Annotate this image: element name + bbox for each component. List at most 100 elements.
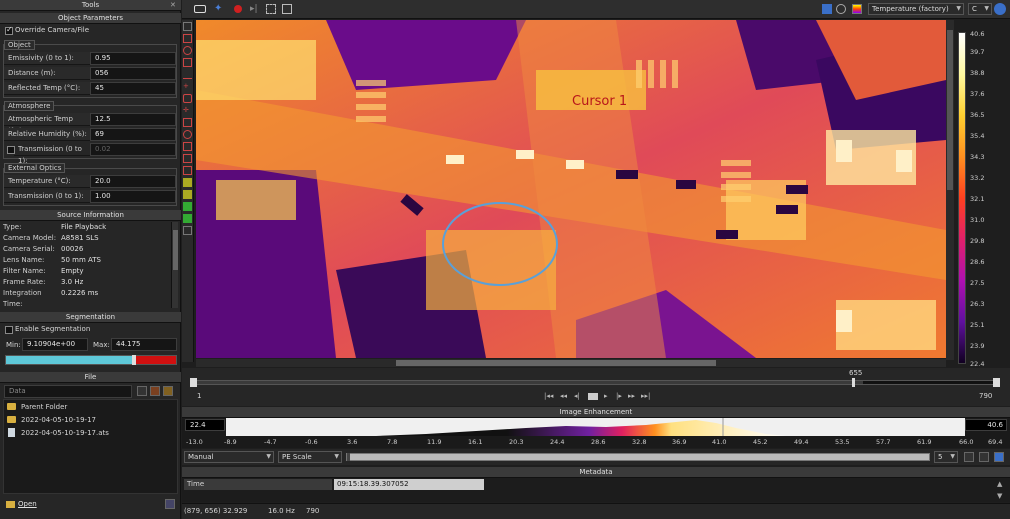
roi-line-icon[interactable] (183, 70, 192, 79)
lock-scale-icon[interactable] (979, 452, 989, 462)
grid-icon[interactable] (266, 4, 276, 14)
timeline-end-handle[interactable] (993, 378, 1000, 387)
seg-min-field[interactable]: 9.10904e+00 (22, 338, 88, 351)
thermal-image[interactable]: Cursor 1 (196, 20, 946, 358)
transmission-label: Transmission (0 to 1): (14, 143, 90, 165)
roi-ellipse-icon[interactable] (183, 46, 192, 55)
object-params-title: Object Parameters (0, 13, 181, 24)
hist-tick: -4.7 (264, 438, 277, 446)
first-frame-icon[interactable]: |◂◂ (544, 392, 553, 400)
scale-mode-select[interactable]: PE Scale ▼ (278, 451, 342, 463)
last-frame-icon[interactable]: ▸▸| (641, 392, 650, 400)
prev-frame-icon[interactable]: ◂| (574, 392, 580, 400)
camera-icon[interactable] (194, 5, 206, 13)
timeline-playhead[interactable] (852, 378, 855, 387)
pan-icon[interactable] (183, 142, 192, 151)
metadata-scroll-up-icon[interactable]: ▲ (997, 480, 1002, 488)
metadata-scroll-down-icon[interactable]: ▼ (997, 492, 1002, 500)
timeline-track[interactable] (192, 380, 998, 385)
hist-tick: 45.2 (753, 438, 768, 446)
playback-controls: |◂◂ ◂◂ ◂| ▸ |▸ ▸▸ ▸▸| (544, 392, 654, 402)
step-select[interactable]: 5 ▼ (934, 451, 958, 463)
open-dialog-icon[interactable] (165, 499, 175, 509)
enhancement-slider[interactable] (346, 453, 930, 461)
isotherm-icon[interactable] (183, 190, 192, 199)
list-item[interactable]: Parent Folder (7, 402, 167, 413)
crosshair-blue-icon[interactable]: ✦ (214, 3, 222, 15)
pointer-tool-icon[interactable] (183, 22, 192, 31)
file-list: Parent Folder 2022-04-05-10-19-17 2022-0… (3, 399, 178, 494)
metadata-key: Time (184, 479, 332, 490)
ext-trans-field[interactable]: 1.00 (90, 190, 176, 203)
folder-up-icon[interactable] (163, 386, 173, 396)
toolbar-zoom-icon[interactable] (836, 4, 846, 14)
enh-max-field[interactable]: 40.6 (965, 419, 1007, 431)
list-item[interactable]: 2022-04-05-10-19-17.ats (7, 428, 167, 439)
hist-tick: 57.7 (876, 438, 891, 446)
next-step-icon[interactable]: ▸▸ (628, 392, 635, 400)
file-path-input[interactable]: Data (4, 385, 132, 398)
tools-close-icon[interactable]: ✕ (170, 1, 176, 9)
enhancement-mode-select[interactable]: Manual ▼ (184, 451, 274, 463)
status-bar: (879, 656) 32.929 16.0 Hz 790 (182, 503, 1010, 519)
stop-icon[interactable] (588, 393, 598, 400)
palette-icon[interactable] (852, 4, 862, 14)
histogram-icon[interactable] (183, 178, 192, 187)
zoom-icon[interactable] (183, 130, 192, 139)
override-checkbox[interactable] (5, 25, 13, 35)
enhancement-controls: Manual ▼ PE Scale ▼ 5 ▼ (182, 449, 1010, 465)
open-icon[interactable] (6, 501, 15, 508)
step-icon[interactable]: ▸| (250, 4, 258, 14)
source-scrollbar[interactable] (171, 222, 178, 308)
roi-point-icon[interactable]: + (183, 82, 192, 91)
browse-icon[interactable] (137, 386, 147, 396)
timeline-start-label: 1 (197, 392, 202, 400)
info-icon[interactable] (994, 3, 1006, 15)
seg-max-field[interactable]: 44.175 (111, 338, 177, 351)
scale-tick: 37.6 (970, 90, 985, 98)
text-tool-icon[interactable] (183, 154, 192, 163)
tool-strip: + ✛ (182, 20, 194, 362)
next-frame-icon[interactable]: |▸ (616, 392, 622, 400)
enable-segmentation-checkbox[interactable] (5, 326, 13, 334)
distance-field[interactable]: 056 (90, 67, 176, 80)
toolbar-sync-icon[interactable] (822, 4, 832, 14)
apply-scale-icon[interactable] (994, 452, 1004, 462)
roi-polygon-icon[interactable] (183, 58, 192, 67)
top-toolbar: ✦ ▸| Temperature (factory) ▼ C ▼ (182, 0, 1010, 19)
palette-select[interactable]: Temperature (factory) ▼ (868, 3, 964, 15)
auto-scale-icon[interactable] (964, 452, 974, 462)
humidity-field[interactable]: 69 (90, 128, 176, 141)
list-item[interactable]: 2022-04-05-10-19-17 (7, 415, 167, 426)
histogram-area[interactable]: 22.4 40.6 -13.0 -8.9 -4.7 -0.6 3.6 7.8 1… (182, 418, 1010, 448)
atm-temp-label: Atmospheric Temp (°C): (4, 113, 90, 135)
metadata-table: Time 09:15:18.39.307052 ▲ ▼ (182, 478, 1010, 502)
cursor-label[interactable]: Cursor 1 (572, 94, 627, 109)
record-icon[interactable] (234, 5, 242, 13)
roi-freehand-icon[interactable] (183, 94, 192, 103)
profile-icon[interactable] (183, 166, 192, 175)
prev-step-icon[interactable]: ◂◂ (560, 392, 567, 400)
atm-temp-field[interactable]: 12.5 (90, 113, 176, 126)
export-icon[interactable] (183, 214, 192, 223)
refresh-icon[interactable] (150, 386, 160, 396)
reflected-temp-field[interactable]: 45 (90, 82, 176, 95)
crosshair-icon[interactable]: ✛ (183, 106, 192, 115)
transmission-field[interactable]: 0.02 (90, 143, 176, 156)
settings-icon[interactable] (183, 226, 192, 235)
tiles-icon[interactable] (282, 4, 292, 14)
play-icon[interactable]: ▸ (604, 392, 608, 400)
timeline-start-handle[interactable] (190, 378, 197, 387)
hist-tick: -8.9 (224, 438, 237, 446)
enh-min-field[interactable]: 22.4 (185, 419, 225, 431)
open-link[interactable]: Open (18, 500, 37, 508)
seg-range-slider[interactable] (5, 355, 177, 365)
ext-temp-field[interactable]: 20.0 (90, 175, 176, 188)
image-v-scrollbar[interactable] (946, 20, 954, 360)
unit-select[interactable]: C ▼ (968, 3, 992, 15)
roi-rect-icon[interactable] (183, 34, 192, 43)
image-h-scrollbar[interactable] (196, 359, 946, 367)
measure-icon[interactable] (183, 118, 192, 127)
emissivity-field[interactable]: 0.95 (90, 52, 176, 65)
alarm-icon[interactable] (183, 202, 192, 211)
